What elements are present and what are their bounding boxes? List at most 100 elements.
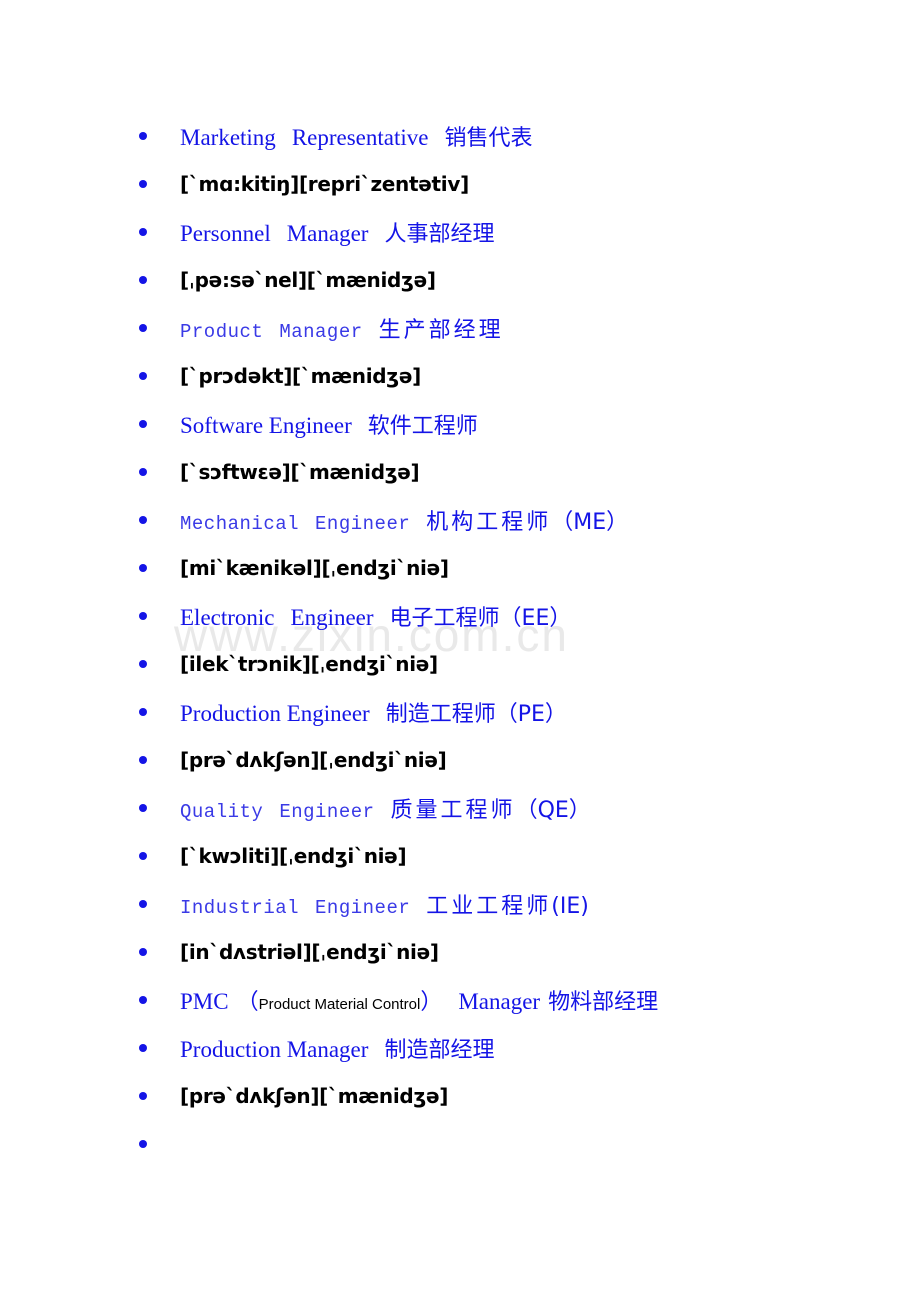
line-content: [in`dʌstriəl][ˌendʒi`niə] [180, 940, 439, 964]
job-title-english: Production Engineer [180, 701, 370, 726]
job-title-chinese: 销售代表 [444, 126, 533, 151]
list-item: Product Manager 生产部经理 [0, 304, 920, 352]
bullet-icon [139, 1092, 147, 1100]
phonetic-transcription: [prə`dʌkʃən][ˌendʒi`niə] [180, 748, 447, 772]
pmc-expansion: Product Material Control [258, 996, 421, 1013]
job-title-english: Mechanical [180, 513, 300, 535]
bullet-icon [139, 180, 147, 188]
phonetic-transcription: [`kwɔliti][ˌendʒi`niə] [180, 844, 407, 868]
job-title-abbreviation: （ME） [551, 510, 629, 535]
line-content: Mechanical Engineer 机构工程师 （ME） [180, 504, 628, 536]
list-item: Electronic Engineer 电子工程师 （EE） [0, 592, 920, 640]
line-content: [`sɔftwɛə][`mænidʒə] [180, 460, 420, 484]
pmc-chinese: 物料部经理 [548, 990, 659, 1015]
list-item: PMC （Product Material Control） Manager 物料部经… [0, 976, 920, 1024]
list-item: [prə`dʌkʃən][ˌendʒi`niə] [0, 736, 920, 784]
line-content: Software Engineer 软件工程师 [180, 408, 478, 440]
job-title-chinese: 工业工程师 [426, 894, 552, 919]
list-item: [mi`kænikəl][ˌendʒi`niə] [0, 544, 920, 592]
phonetic-transcription: [mi`kænikəl][ˌendʒi`niə] [180, 556, 449, 580]
phonetic-transcription: [ˌpə:sə`nel][`mænidʒə] [180, 268, 436, 292]
list-item: [`prɔdəkt][`mænidʒə] [0, 352, 920, 400]
line-content: [ˌpə:sə`nel][`mænidʒə] [180, 268, 436, 292]
bullet-icon [139, 708, 147, 716]
paren-open: （ [236, 990, 259, 1015]
list-item: [`kwɔliti][ˌendʒi`niə] [0, 832, 920, 880]
job-title-chinese: 质量工程师 [390, 798, 516, 823]
list-item: Production Engineer 制造工程师 （PE） [0, 688, 920, 736]
list-item: Personnel Manager 人事部经理 [0, 208, 920, 256]
line-content: Product Manager 生产部经理 [180, 312, 504, 344]
line-content: Production Manager 制造部经理 [180, 1032, 494, 1064]
paren-close: ） [420, 990, 443, 1015]
bullet-icon [139, 756, 147, 764]
list-item: Mechanical Engineer 机构工程师 （ME） [0, 496, 920, 544]
line-content: Electronic Engineer 电子工程师 （EE） [180, 600, 571, 632]
job-title-english: Electronic [180, 605, 275, 630]
line-content: Industrial Engineer 工业工程师 (IE) [180, 888, 589, 920]
job-title-english: Personnel [180, 221, 271, 246]
bullet-icon [139, 564, 147, 572]
list-item: Marketing Representative 销售代表 [0, 112, 920, 160]
bullet-icon [139, 612, 147, 620]
bullet-icon [139, 804, 147, 812]
line-content: Personnel Manager 人事部经理 [180, 216, 494, 248]
list-item: Industrial Engineer 工业工程师 (IE) [0, 880, 920, 928]
list-item: [in`dʌstriəl][ˌendʒi`niə] [0, 928, 920, 976]
document-body: Marketing Representative 销售代表 [`mɑ:kitiŋ][r… [0, 0, 920, 1168]
job-title-english: Production Manager [180, 1037, 369, 1062]
bullet-icon [139, 660, 147, 668]
list-item [0, 1120, 920, 1168]
bullet-icon [139, 420, 147, 428]
job-title-english: Marketing [180, 125, 276, 150]
list-item: [ilek`trɔnik][ˌendʒi`niə] [0, 640, 920, 688]
bullet-icon [139, 468, 147, 476]
phonetic-transcription: [prə`dʌkʃən][`mænidʒə] [180, 1084, 449, 1108]
list-item: [ˌpə:sə`nel][`mænidʒə] [0, 256, 920, 304]
bullet-icon [139, 852, 147, 860]
job-title-english: Software Engineer [180, 413, 352, 438]
list-item: [`mɑ:kitiŋ][repri`zentətiv] [0, 160, 920, 208]
bullet-icon [139, 324, 147, 332]
bullet-icon [139, 276, 147, 284]
line-content: Production Engineer 制造工程师 （PE） [180, 696, 567, 728]
line-content: [`kwɔliti][ˌendʒi`niə] [180, 844, 407, 868]
job-title-english: Industrial [180, 897, 300, 919]
phonetic-transcription: [`mɑ:kitiŋ][repri`zentətiv] [180, 172, 469, 196]
line-content: [mi`kænikəl][ˌendʒi`niə] [180, 556, 449, 580]
phonetic-transcription: [`sɔftwɛə][`mænidʒə] [180, 460, 420, 484]
job-title-chinese: 制造工程师 [385, 702, 496, 727]
list-item: [prə`dʌkʃən][`mænidʒə] [0, 1072, 920, 1120]
job-title-english-2: Engineer [315, 897, 411, 919]
bullet-list: Marketing Representative 销售代表 [`mɑ:kitiŋ][r… [0, 112, 920, 1168]
line-content: [`prɔdəkt][`mænidʒə] [180, 364, 421, 388]
bullet-icon [139, 900, 147, 908]
line-content: Quality Engineer 质量工程师 （QE） [180, 792, 591, 824]
job-title-chinese: 人事部经理 [384, 222, 495, 247]
job-title-english: Product [180, 321, 264, 343]
job-title-chinese: 软件工程师 [367, 414, 478, 439]
bullet-icon [139, 1044, 147, 1052]
job-title-english: Quality [180, 801, 264, 823]
list-item: Production Manager 制造部经理 [0, 1024, 920, 1072]
job-title-chinese: 生产部经理 [378, 318, 504, 343]
bullet-icon [139, 996, 147, 1004]
list-item: Software Engineer 软件工程师 [0, 400, 920, 448]
list-item: [`sɔftwɛə][`mænidʒə] [0, 448, 920, 496]
job-title-english-2: Manager [286, 221, 369, 246]
bullet-icon [139, 948, 147, 956]
list-item: Quality Engineer 质量工程师 （QE） [0, 784, 920, 832]
job-title-english-2: Representative [291, 125, 429, 150]
bullet-icon [139, 1140, 147, 1148]
pmc-role: Manager [458, 989, 541, 1014]
job-title-english-2: Engineer [279, 801, 375, 823]
job-title-chinese: 制造部经理 [384, 1038, 495, 1063]
line-content: [`mɑ:kitiŋ][repri`zentətiv] [180, 172, 469, 196]
phonetic-transcription: [ilek`trɔnik][ˌendʒi`niə] [180, 652, 438, 676]
bullet-icon [139, 372, 147, 380]
phonetic-transcription: [`prɔdəkt][`mænidʒə] [180, 364, 421, 388]
line-content: [ilek`trɔnik][ˌendʒi`niə] [180, 652, 438, 676]
bullet-icon [139, 516, 147, 524]
job-title-abbreviation: (IE) [551, 894, 589, 919]
phonetic-transcription: [in`dʌstriəl][ˌendʒi`niə] [180, 940, 439, 964]
